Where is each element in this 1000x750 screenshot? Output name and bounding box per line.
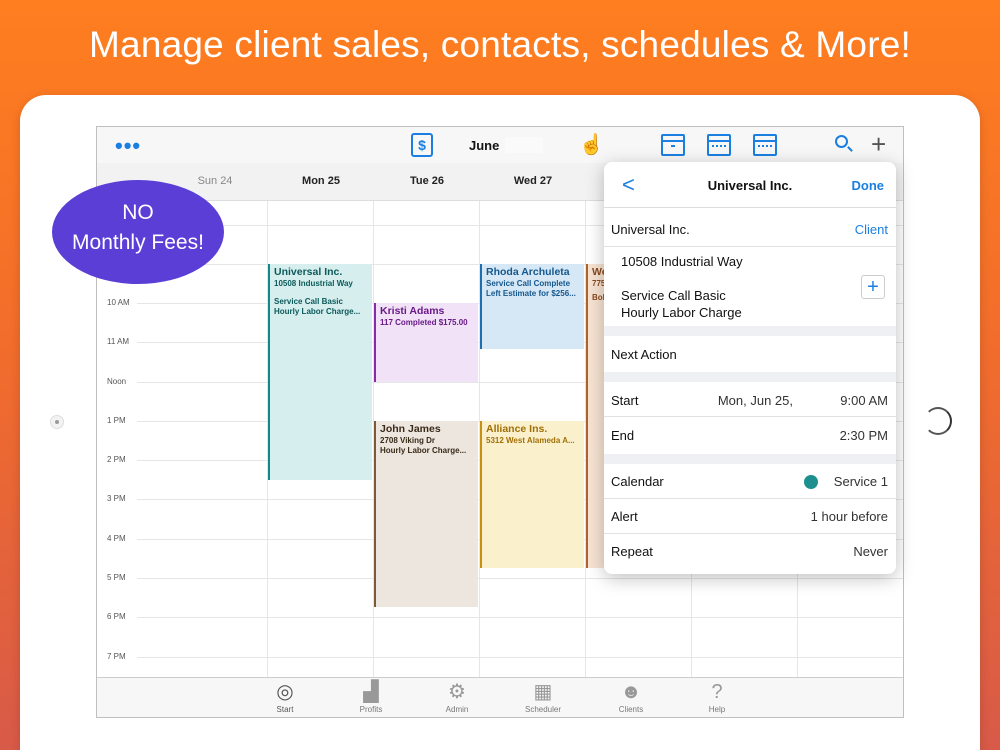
hand-pointer-icon[interactable]: ☝ bbox=[579, 132, 604, 157]
ellipsis-icon[interactable]: ••• bbox=[115, 133, 141, 159]
day-view-icon[interactable] bbox=[661, 134, 685, 156]
week-view-icon[interactable] bbox=[707, 134, 731, 156]
alert-value: 1 hour before bbox=[810, 509, 888, 524]
hour-label: 5 PM bbox=[107, 573, 126, 582]
tab-clients[interactable]: ☻ Clients bbox=[601, 680, 661, 714]
add-line-button[interactable]: + bbox=[861, 275, 885, 299]
tab-bar: ◎ Start ▟ Profits ⚙ Admin ▦ Scheduler ☻ … bbox=[97, 677, 903, 717]
start-date: Mon, Jun 25, bbox=[717, 393, 793, 408]
hour-label: 1 PM bbox=[107, 416, 126, 425]
target-icon: ◎ bbox=[276, 681, 294, 703]
day-header-tue: Tue 26 bbox=[409, 175, 445, 187]
month-field bbox=[505, 137, 543, 153]
home-button[interactable] bbox=[924, 407, 952, 435]
event-we[interactable]: We 775 Bob bbox=[586, 264, 606, 568]
hour-label: 6 PM bbox=[107, 612, 126, 621]
address-text: 10508 Industrial Way bbox=[621, 254, 743, 269]
hour-label: 10 AM bbox=[107, 298, 130, 307]
help-icon: ? bbox=[711, 681, 723, 703]
gear-icon: ⚙ bbox=[448, 681, 466, 703]
tab-scheduler[interactable]: ▦ Scheduler bbox=[513, 680, 573, 714]
tab-start[interactable]: ◎ Start bbox=[255, 680, 315, 714]
calendar-icon: ▦ bbox=[533, 681, 553, 703]
event-rhoda-archuleta[interactable]: Rhoda Archuleta Service Call Complete Le… bbox=[480, 264, 584, 349]
client-name: Universal Inc. bbox=[611, 222, 690, 237]
tab-profits[interactable]: ▟ Profits bbox=[341, 680, 401, 714]
done-button[interactable]: Done bbox=[852, 178, 885, 193]
end-time: 2:30 PM bbox=[839, 428, 888, 443]
camera-icon bbox=[50, 415, 64, 429]
hour-label: 2 PM bbox=[107, 455, 126, 464]
tab-admin[interactable]: ⚙ Admin bbox=[427, 680, 487, 714]
event-john-james[interactable]: John James 2708 Viking Dr Hourly Labor C… bbox=[374, 421, 478, 607]
month-view-icon[interactable] bbox=[753, 134, 777, 156]
promo-title: Manage client sales, contacts, schedules… bbox=[89, 24, 911, 65]
tab-help[interactable]: ? Help bbox=[687, 680, 747, 714]
month-title: June bbox=[469, 138, 500, 153]
dollar-document-icon[interactable]: $ bbox=[411, 133, 433, 157]
day-header-wed: Wed 27 bbox=[513, 175, 553, 187]
popover-header: < Universal Inc. Done bbox=[604, 162, 896, 208]
event-alliance-ins[interactable]: Alliance Ins. 5312 West Alameda A... bbox=[480, 421, 584, 568]
no-monthly-fees-badge: NO Monthly Fees! bbox=[52, 180, 224, 284]
repeat-value: Never bbox=[853, 544, 888, 559]
hour-label: 11 AM bbox=[107, 337, 130, 346]
hour-label: 3 PM bbox=[107, 494, 126, 503]
hour-label: 7 PM bbox=[107, 652, 126, 661]
calendar-color-icon bbox=[804, 475, 818, 489]
toolbar: ••• $ June ☝ + bbox=[97, 127, 903, 163]
search-icon[interactable] bbox=[835, 135, 848, 148]
event-detail-popover: < Universal Inc. Done Universal Inc. Cli… bbox=[604, 162, 896, 574]
people-icon: ☻ bbox=[620, 681, 642, 703]
day-header-mon: Mon 25 bbox=[302, 175, 340, 187]
add-icon[interactable]: + bbox=[871, 129, 886, 160]
event-universal-inc[interactable]: Universal Inc. 10508 Industrial Way Serv… bbox=[268, 264, 372, 480]
hour-label: Noon bbox=[107, 377, 127, 386]
event-kristi-adams[interactable]: Kristi Adams 117 Completed $175.00 bbox=[374, 303, 478, 382]
calendar-value: Service 1 bbox=[833, 474, 888, 489]
start-time: 9:00 AM bbox=[840, 393, 888, 408]
hour-label: 4 PM bbox=[107, 534, 126, 543]
bar-chart-icon: ▟ bbox=[363, 681, 379, 703]
client-link[interactable]: Client bbox=[855, 222, 888, 237]
